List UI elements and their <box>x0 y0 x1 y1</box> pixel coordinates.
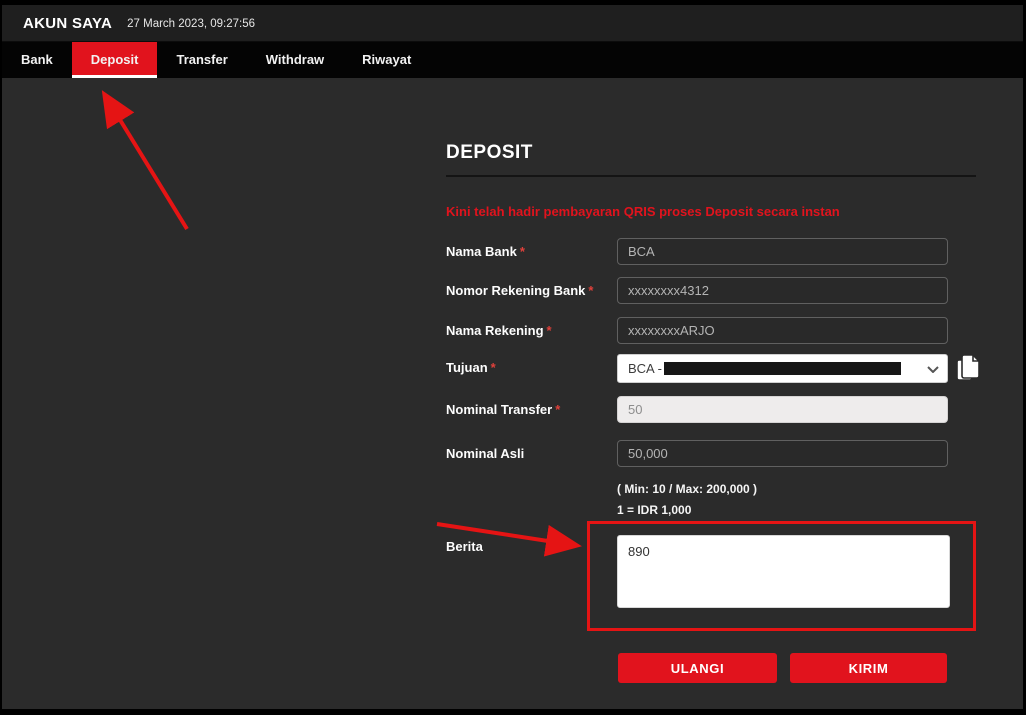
tab-bank[interactable]: Bank <box>2 42 72 78</box>
ulangi-button[interactable]: ULANGI <box>618 653 777 683</box>
required-marker: * <box>555 402 560 417</box>
screenshot-frame: AKUN SAYA 27 March 2023, 09:27:56 Bank D… <box>0 0 1026 715</box>
berita-textarea[interactable]: 890 <box>617 535 950 608</box>
qris-announcement: Kini telah hadir pembayaran QRIS proses … <box>446 204 840 219</box>
divider <box>446 175 976 177</box>
nama-rekening-input[interactable] <box>617 317 948 344</box>
required-marker: * <box>491 360 496 375</box>
nominal-asli-input[interactable] <box>617 440 948 467</box>
nominal-asli-label: Nominal Asli <box>446 440 524 467</box>
nomor-rekening-label: Nomor Rekening Bank* <box>446 277 593 304</box>
tujuan-label: Tujuan* <box>446 354 496 381</box>
current-datetime: 27 March 2023, 09:27:56 <box>127 18 255 30</box>
arrow-to-deposit-tab <box>106 97 187 229</box>
tab-riwayat[interactable]: Riwayat <box>343 42 430 78</box>
kirim-button[interactable]: KIRIM <box>790 653 947 683</box>
tujuan-select[interactable]: BCA - <box>617 354 948 383</box>
nama-bank-input[interactable] <box>617 238 948 265</box>
app-header: AKUN SAYA 27 March 2023, 09:27:56 <box>2 5 1023 42</box>
rate-hint: 1 = IDR 1,000 <box>617 503 691 517</box>
nama-bank-label: Nama Bank* <box>446 238 525 265</box>
form-title: DEPOSIT <box>446 142 533 164</box>
redacted-account-number <box>664 362 901 375</box>
nominal-transfer-label: Nominal Transfer* <box>446 396 560 423</box>
page-title: AKUN SAYA <box>23 15 112 32</box>
nama-rekening-label: Nama Rekening* <box>446 317 552 344</box>
tab-withdraw[interactable]: Withdraw <box>247 42 343 78</box>
main-nav: Bank Deposit Transfer Withdraw Riwayat <box>2 42 1023 78</box>
nominal-transfer-input[interactable] <box>617 396 948 423</box>
app-window: AKUN SAYA 27 March 2023, 09:27:56 Bank D… <box>2 5 1023 709</box>
copy-icon[interactable] <box>954 352 982 384</box>
tab-transfer[interactable]: Transfer <box>157 42 246 78</box>
tujuan-selected-value: BCA - <box>628 361 662 376</box>
tab-deposit[interactable]: Deposit <box>72 42 158 78</box>
required-marker: * <box>547 323 552 338</box>
required-marker: * <box>588 283 593 298</box>
required-marker: * <box>520 244 525 259</box>
chevron-down-icon <box>927 366 939 373</box>
form-actions: ULANGI KIRIM <box>446 653 976 683</box>
nomor-rekening-input[interactable] <box>617 277 948 304</box>
berita-label: Berita <box>446 533 483 560</box>
min-max-hint: ( Min: 10 / Max: 200,000 ) <box>617 482 757 496</box>
